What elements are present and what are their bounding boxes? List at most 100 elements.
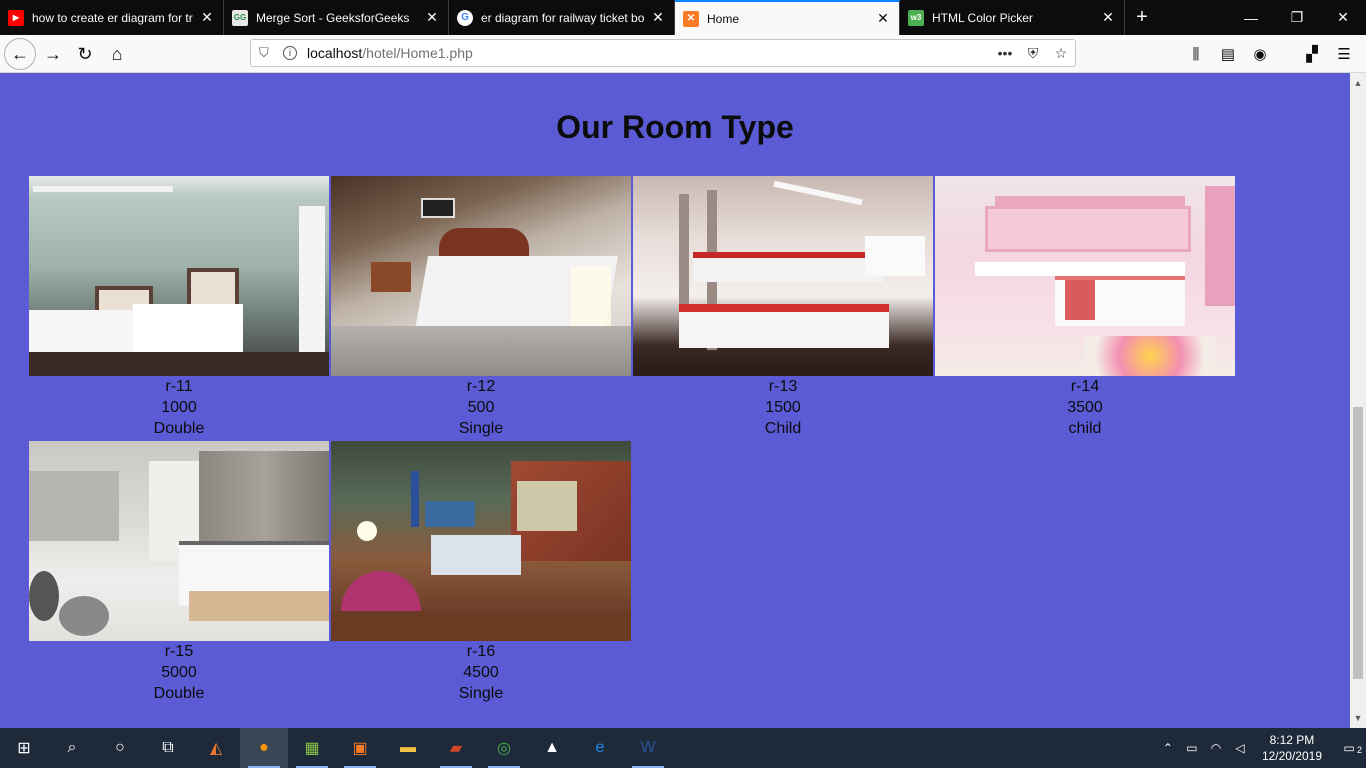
xampp-taskbar-icon[interactable]: ▣	[336, 728, 384, 768]
powerpoint-icon[interactable]: ▰	[432, 728, 480, 768]
url-text[interactable]: localhost/hotel/Home1.php	[307, 45, 991, 61]
word-icon[interactable]: W	[624, 728, 672, 768]
google-icon: G	[457, 9, 473, 26]
tab-youtube[interactable]: ▶ how to create er diagram for tra ✕	[0, 0, 224, 35]
room-card: r-16 4500 Single	[331, 441, 631, 704]
notification-count: 2	[1356, 745, 1362, 755]
page-content: Our Room Type r-11 1000 Double r-12 500 …	[0, 73, 1350, 728]
search-icon[interactable]: ⌕	[48, 728, 96, 768]
notification-icon[interactable]: ▭ 2	[1332, 741, 1366, 755]
room-type: Child	[764, 420, 802, 437]
tracking-shield-icon[interactable]: ⛉	[259, 45, 273, 61]
tab-html-color-picker[interactable]: w3 HTML Color Picker ✕	[900, 0, 1125, 35]
new-tab-button[interactable]: +	[1125, 0, 1159, 35]
tab-bar: ▶ how to create er diagram for tra ✕ GG …	[0, 0, 1366, 35]
room-photo	[29, 441, 329, 641]
room-photo	[29, 176, 329, 376]
room-card: r-14 3500 child	[935, 176, 1235, 439]
clock-date: 12/20/2019	[1261, 749, 1322, 763]
room-number: r-15	[164, 643, 194, 660]
firefox-icon[interactable]: ●	[240, 728, 288, 768]
room-number: r-11	[165, 378, 193, 395]
start-windows-icon[interactable]: ⊞	[0, 728, 48, 768]
scrollbar-thumb[interactable]	[1353, 407, 1363, 679]
volume-icon[interactable]: ◁	[1228, 741, 1252, 755]
room-price: 1500	[765, 399, 801, 416]
restore-icon[interactable]: ❐	[1274, 0, 1320, 35]
room-type: Double	[153, 685, 205, 702]
room-price: 3500	[1067, 399, 1103, 416]
file-explorer-icon[interactable]: ▬	[384, 728, 432, 768]
page-scrollbar[interactable]: ▲ ▼	[1350, 73, 1366, 728]
room-card: r-12 500 Single	[331, 176, 631, 439]
room-card: r-13 1500 Child	[633, 176, 933, 439]
room-price: 5000	[161, 664, 197, 681]
room-price: 500	[467, 399, 495, 416]
room-photo	[935, 176, 1235, 376]
home-icon[interactable]: ⌂	[102, 39, 132, 69]
reload-icon[interactable]: ↻	[70, 39, 100, 69]
page-actions-icon[interactable]: •••	[991, 45, 1019, 61]
bookmark-star-icon[interactable]: ☆	[1047, 45, 1075, 62]
close-tab-icon[interactable]: ✕	[875, 10, 891, 27]
account-icon[interactable]: ◉	[1244, 39, 1276, 69]
scroll-up-icon[interactable]: ▲	[1350, 75, 1366, 91]
room-number: r-14	[1070, 378, 1100, 395]
room-photo	[331, 441, 631, 641]
navigation-toolbar: ← → ↻ ⌂ ⛉ i localhost/hotel/Home1.php ••…	[0, 35, 1366, 73]
edge-icon[interactable]: e	[576, 728, 624, 768]
minimize-icon[interactable]: —	[1228, 0, 1274, 35]
room-photo	[633, 176, 933, 376]
room-photo	[331, 176, 631, 376]
chevron-up-icon[interactable]: ⌃	[1156, 741, 1180, 755]
xampp-icon: ✕	[683, 10, 699, 27]
room-card: r-15 5000 Double	[29, 441, 329, 704]
battery-icon[interactable]: ▭	[1180, 741, 1204, 755]
photos-icon[interactable]: ▲	[528, 728, 576, 768]
menu-icon[interactable]: ☰	[1328, 39, 1360, 69]
toolbar-right: ⫼ ▤ ◉ ▞ ☰	[1180, 39, 1360, 69]
close-tab-icon[interactable]: ✕	[1100, 9, 1116, 26]
chrome-icon[interactable]: ◎	[480, 728, 528, 768]
scroll-down-icon[interactable]: ▼	[1350, 710, 1366, 726]
matlab-icon[interactable]: ◭	[192, 728, 240, 768]
windows-taskbar: ⊞ ⌕ ○ ⧉ ◭ ● ▦ ▣ ▬ ▰ ◎ ▲ e W ⌃ ▭ ◠ ◁ 8:12…	[0, 728, 1366, 768]
sidebar-icon[interactable]: ▤	[1212, 39, 1244, 69]
close-tab-icon[interactable]: ✕	[199, 9, 215, 26]
cortana-icon[interactable]: ○	[96, 728, 144, 768]
close-window-icon[interactable]: ✕	[1320, 0, 1366, 35]
close-tab-icon[interactable]: ✕	[424, 9, 440, 26]
room-card: r-11 1000 Double	[29, 176, 329, 439]
tab-geeksforgeeks[interactable]: GG Merge Sort - GeeksforGeeks ✕	[224, 0, 449, 35]
room-number: r-13	[768, 378, 798, 395]
back-icon[interactable]: ←	[4, 38, 36, 70]
room-price: 1000	[161, 399, 197, 416]
page-title: Our Room Type	[556, 109, 794, 145]
library-icon[interactable]: ⫼	[1180, 39, 1212, 69]
tab-home[interactable]: ✕ Home ✕	[675, 0, 900, 35]
wifi-icon[interactable]: ◠	[1204, 741, 1228, 755]
tab-title: how to create er diagram for tra	[32, 10, 193, 25]
room-type: Single	[458, 685, 504, 702]
task-view-icon[interactable]: ⧉	[144, 728, 192, 768]
room-price: 4500	[463, 664, 499, 681]
room-type: child	[1068, 420, 1102, 437]
youtube-icon: ▶	[8, 9, 24, 26]
clock-time: 8:12 PM	[1269, 733, 1315, 747]
notepad-plus-icon[interactable]: ▦	[288, 728, 336, 768]
close-tab-icon[interactable]: ✕	[650, 9, 666, 26]
room-number: r-16	[466, 643, 496, 660]
address-bar[interactable]: ⛉ i localhost/hotel/Home1.php ••• ⛨ ☆	[250, 39, 1076, 67]
site-info-icon[interactable]: i	[283, 46, 297, 60]
room-type: Single	[458, 420, 504, 437]
extensions-icon[interactable]: ▞	[1296, 39, 1328, 69]
tab-title: Merge Sort - GeeksforGeeks	[256, 10, 410, 25]
room-number: r-12	[466, 378, 496, 395]
tab-google[interactable]: G er diagram for railway ticket bo ✕	[449, 0, 675, 35]
forward-icon[interactable]: →	[38, 39, 68, 69]
pocket-icon[interactable]: ⛨	[1019, 45, 1047, 62]
tab-title: Home	[707, 11, 740, 26]
window-controls: — ❐ ✕	[1228, 0, 1366, 35]
clock[interactable]: 8:12 PM 12/20/2019	[1262, 732, 1322, 764]
geeksforgeeks-icon: GG	[232, 9, 248, 26]
